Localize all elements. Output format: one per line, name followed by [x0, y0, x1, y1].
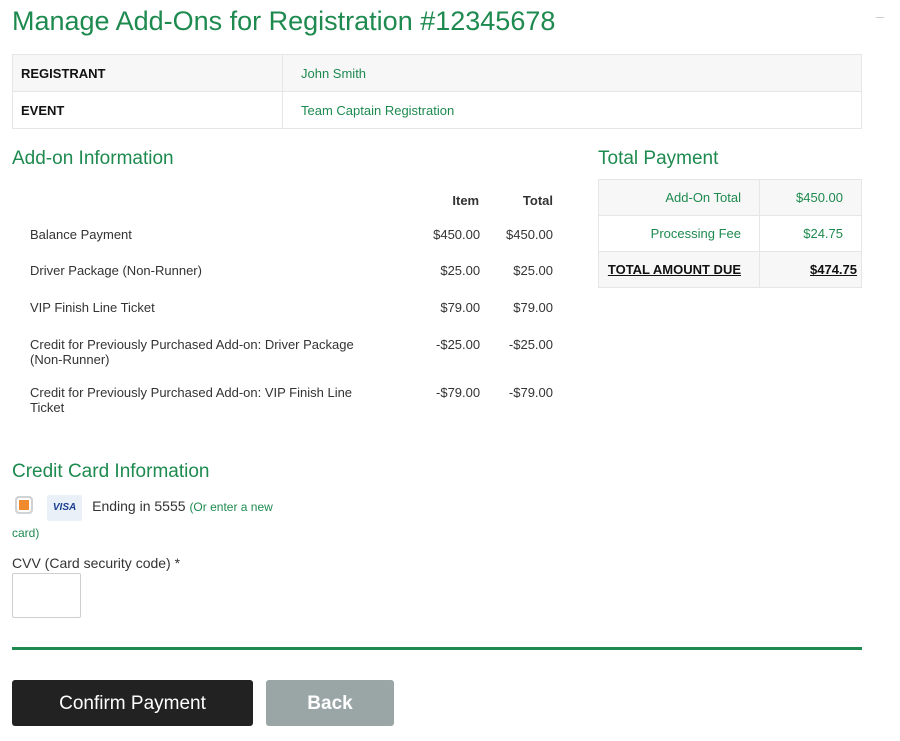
addon-name: Credit for Previously Purchased Add-on: … [30, 337, 354, 367]
table-row: Balance Payment $450.00 $450.00 [12, 217, 567, 253]
addon-total-price: $450.00 [506, 227, 553, 242]
total-due-value: $474.75 [759, 251, 862, 288]
card-ending-text: Ending in 5555 [92, 498, 186, 514]
table-row: Credit for Previously Purchased Add-on: … [12, 375, 567, 415]
addon-heading: Add-on Information [12, 148, 174, 169]
item-column-header: Item [452, 192, 480, 208]
addon-table: Item Total Balance Payment $450.00 $450.… [12, 183, 567, 416]
table-row: Credit for Previously Purchased Add-on: … [12, 327, 567, 375]
section-divider [12, 647, 862, 650]
payment-summary-table: Add-On Total $450.00 Processing Fee $24.… [598, 179, 862, 288]
total-due-label: TOTAL AMOUNT DUE [598, 251, 760, 288]
back-button[interactable]: Back [266, 680, 394, 726]
addon-name: VIP Finish Line Ticket [30, 300, 155, 315]
addon-header-row: Item Total [12, 183, 567, 217]
table-row: EVENT Team Captain Registration [12, 91, 862, 129]
addon-item-price: -$79.00 [436, 385, 481, 400]
addon-total-value: $450.00 [759, 179, 862, 216]
table-row: VIP Finish Line Ticket $79.00 $79.00 [12, 290, 567, 327]
addon-item-price: $450.00 [433, 227, 481, 242]
addon-total-price: -$79.00 [508, 385, 553, 400]
addon-total-price: -$25.00 [508, 337, 553, 352]
cvv-input[interactable] [12, 573, 81, 618]
addon-total-price: $79.00 [513, 300, 553, 315]
addon-item-price: $25.00 [440, 263, 481, 278]
total-column-header: Total [522, 192, 553, 208]
registrant-value: John Smith [282, 54, 862, 92]
event-value: Team Captain Registration [282, 91, 862, 129]
addon-name: Balance Payment [30, 227, 132, 242]
table-row: Processing Fee $24.75 [598, 215, 862, 252]
saved-card-radio[interactable] [15, 496, 33, 514]
addon-total-label: Add-On Total [598, 179, 760, 216]
processing-fee-label: Processing Fee [598, 215, 760, 252]
page-title: Manage Add-Ons for Registration #1234567… [12, 6, 556, 36]
saved-card-option: VISA Ending in 5555 (Or enter a new card… [12, 495, 282, 544]
registration-table: REGISTRANT John Smith EVENT Team Captain… [12, 54, 862, 129]
addon-item-price: -$25.00 [436, 337, 481, 352]
addon-name-header [12, 183, 390, 217]
table-row: REGISTRANT John Smith [12, 54, 862, 92]
credit-card-heading: Credit Card Information [12, 461, 210, 482]
addon-name: Driver Package (Non-Runner) [30, 263, 202, 278]
table-row: TOTAL AMOUNT DUE $474.75 [598, 251, 862, 288]
event-label: EVENT [12, 91, 283, 129]
table-row: Driver Package (Non-Runner) $25.00 $25.0… [12, 253, 567, 290]
registrant-label: REGISTRANT [12, 54, 283, 92]
addon-item-price: $79.00 [440, 300, 481, 315]
addon-name: Credit for Previously Purchased Add-on: … [30, 385, 353, 415]
addon-total-price: $25.00 [513, 263, 553, 278]
total-payment-heading: Total Payment [598, 148, 719, 169]
table-row: Add-On Total $450.00 [598, 179, 862, 216]
cvv-label: CVV (Card security code) * [12, 555, 181, 571]
minimize-icon: – [876, 8, 884, 24]
processing-fee-value: $24.75 [759, 215, 862, 252]
confirm-payment-button[interactable]: Confirm Payment [12, 680, 253, 726]
visa-card-icon: VISA [46, 495, 83, 521]
